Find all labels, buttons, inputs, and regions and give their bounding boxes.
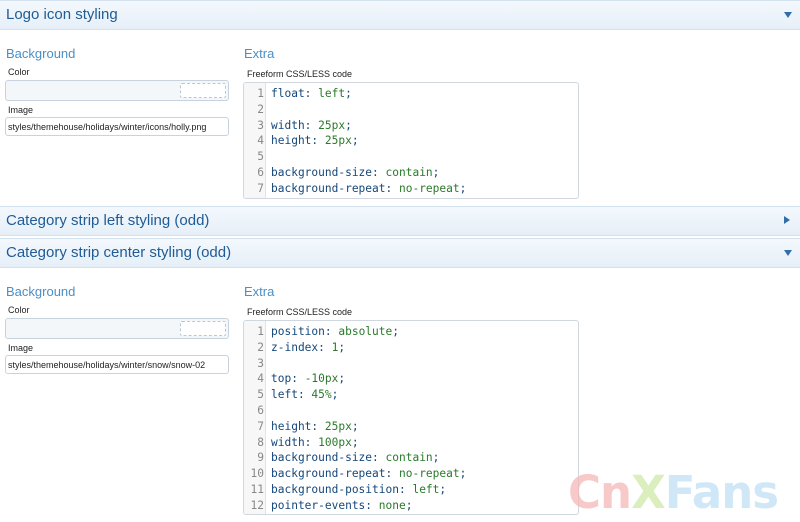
watermark-part: Cn <box>568 466 632 519</box>
chevron-right-icon[interactable] <box>784 216 790 224</box>
code-text: height: 25px; <box>271 419 359 433</box>
line-number: 5 <box>257 388 264 402</box>
code-line: 6 background-size: contain; <box>244 165 578 181</box>
line-number: 7 <box>257 419 264 433</box>
background-heading: Background <box>6 46 76 61</box>
code-line: 4 height: 25px; <box>244 133 578 149</box>
image-label: Image <box>8 105 34 115</box>
css-code-label: Freeform CSS/LESS code <box>247 307 353 317</box>
code-text: height: 25px; <box>271 134 359 148</box>
line-number: 4 <box>257 134 264 148</box>
code-line: 8 width: 100px; <box>244 435 578 451</box>
extra-heading: Extra <box>244 284 275 299</box>
code-line: 7 background-repeat: no-repeat; <box>244 181 578 197</box>
color-label: Color <box>8 67 30 77</box>
color-swatch[interactable] <box>180 83 226 98</box>
color-label: Color <box>8 305 30 315</box>
watermark-logo: CnXFans <box>568 466 779 519</box>
image-url-input[interactable]: styles/themehouse/holidays/winter/snow/s… <box>5 355 229 374</box>
code-line: 1 float: left; <box>244 86 578 102</box>
code-text: width: 25px; <box>271 118 352 132</box>
line-number: 11 <box>250 482 264 496</box>
section-header-logo-icon[interactable]: Logo icon styling <box>0 0 800 30</box>
line-number: 3 <box>257 356 264 370</box>
code-lines: 1 float: left; 2 3 width: 25px; 4 height: 25px… <box>244 83 578 197</box>
line-number: 2 <box>257 340 264 354</box>
line-number: 8 <box>257 435 264 449</box>
code-line: 4 top: -10px; <box>244 371 578 387</box>
code-text: top: -10px; <box>271 372 346 386</box>
line-number: 1 <box>257 87 264 100</box>
css-code-editor[interactable]: 1 float: left; 2 3 width: 25px; 4 height: 25px… <box>243 82 579 199</box>
line-number: 9 <box>257 451 264 465</box>
css-code-label: Freeform CSS/LESS code <box>247 69 353 79</box>
color-field[interactable] <box>5 318 229 339</box>
line-number: 6 <box>257 165 264 179</box>
extra-heading: Extra <box>244 46 275 61</box>
code-line: 6 <box>244 403 578 419</box>
code-text: left: 45%; <box>271 388 339 402</box>
line-number: 6 <box>257 403 264 417</box>
code-line: 9 background-size: contain; <box>244 450 578 466</box>
chevron-down-icon[interactable] <box>784 12 792 18</box>
css-code-editor[interactable]: 1 position: absolute; 2 z-index: 1; 3 4 top: -… <box>243 320 579 515</box>
code-line: 3 <box>244 356 578 372</box>
code-lines: 1 position: absolute; 2 z-index: 1; 3 4 top: -… <box>244 321 578 514</box>
code-line: 11 background-position: left; <box>244 482 578 498</box>
section-header-category-left[interactable]: Category strip left styling (odd) <box>0 206 800 236</box>
code-text: width: 100px; <box>271 435 359 449</box>
background-heading: Background <box>6 284 76 299</box>
code-text: z-index: 1; <box>271 340 346 354</box>
code-text: position: absolute; <box>271 325 399 338</box>
section-title: Category strip left styling (odd) <box>6 212 210 229</box>
code-line: 2 <box>244 102 578 118</box>
code-text: background-repeat: no-repeat; <box>271 181 467 195</box>
chevron-down-icon[interactable] <box>784 250 792 256</box>
code-line: 7 height: 25px; <box>244 419 578 435</box>
watermark-part: Fans <box>664 466 779 519</box>
color-field[interactable] <box>5 80 229 101</box>
code-text: pointer-events: none; <box>271 498 413 512</box>
code-line: 10 background-repeat: no-repeat; <box>244 466 578 482</box>
section-header-category-center[interactable]: Category strip center styling (odd) <box>0 238 800 268</box>
code-text: background-repeat: no-repeat; <box>271 467 467 481</box>
line-number: 5 <box>257 150 264 164</box>
code-line: 5 left: 45%; <box>244 387 578 403</box>
line-number: 7 <box>257 181 264 195</box>
watermark-part: X <box>631 466 666 519</box>
section-title: Category strip center styling (odd) <box>6 244 232 261</box>
color-swatch[interactable] <box>180 321 226 336</box>
line-number: 4 <box>257 372 264 386</box>
code-line: 3 width: 25px; <box>244 118 578 134</box>
section-title: Logo icon styling <box>6 6 118 23</box>
code-line: 2 z-index: 1; <box>244 340 578 356</box>
line-number: 3 <box>257 118 264 132</box>
code-text: float: left; <box>271 87 352 100</box>
code-text: background-size: contain; <box>271 451 440 465</box>
line-number: 2 <box>257 102 264 116</box>
line-number: 1 <box>257 325 264 338</box>
line-number: 12 <box>250 498 264 512</box>
code-text: background-position: left; <box>271 482 447 496</box>
image-label: Image <box>8 343 34 353</box>
code-line: 1 position: absolute; <box>244 324 578 340</box>
code-line: 5 <box>244 149 578 165</box>
line-number: 10 <box>250 467 264 481</box>
image-url-input[interactable]: styles/themehouse/holidays/winter/icons/… <box>5 117 229 136</box>
code-text: background-size: contain; <box>271 165 440 179</box>
code-line: 12 pointer-events: none; <box>244 498 578 514</box>
